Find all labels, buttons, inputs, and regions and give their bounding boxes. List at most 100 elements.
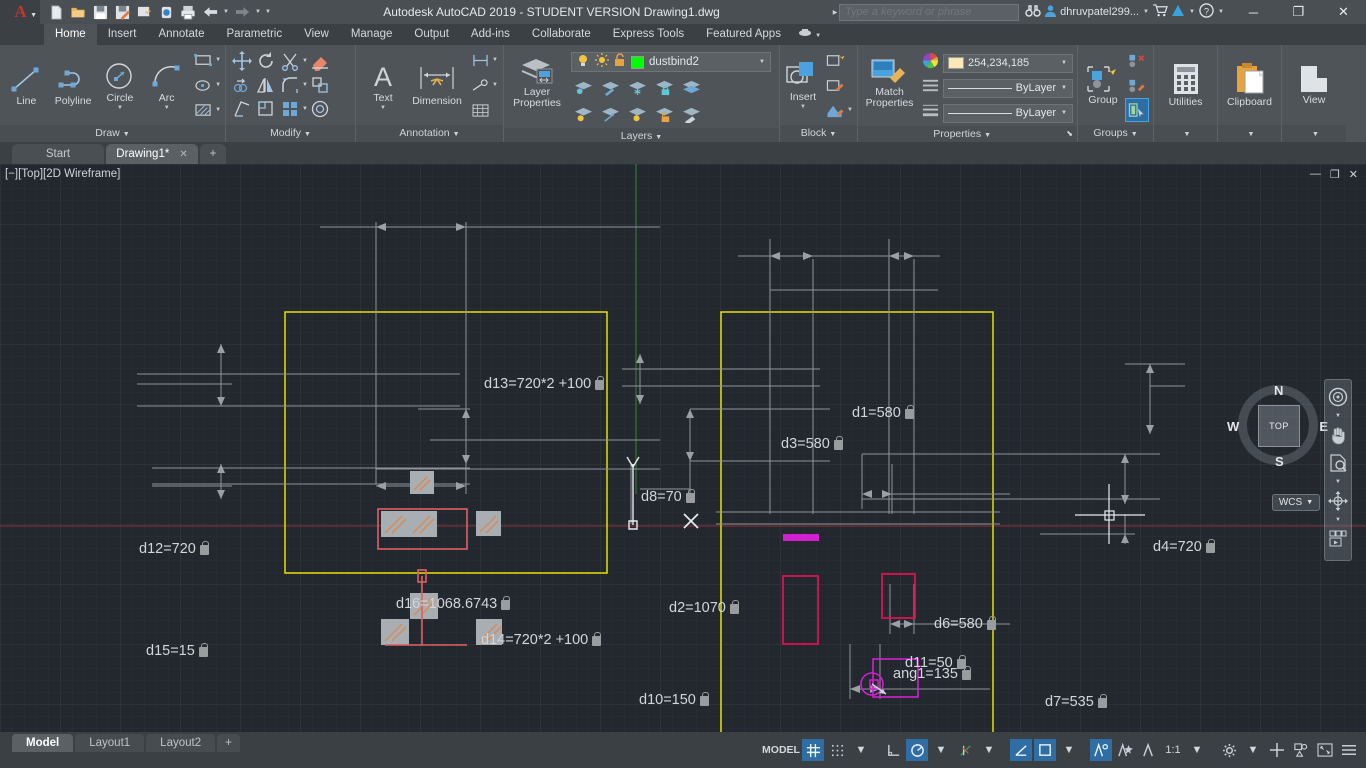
binoculars-icon[interactable] bbox=[1025, 4, 1041, 20]
leader-icon[interactable] bbox=[468, 73, 492, 97]
zoom-extents-icon[interactable] bbox=[1326, 451, 1350, 475]
tab-express-tools[interactable]: Express Tools bbox=[602, 24, 695, 45]
drawing-canvas[interactable]: [−][Top][2D Wireframe] — ❐ ✕ d13=720*2 +… bbox=[0, 164, 1366, 732]
chevron-down-icon[interactable]: ▼ bbox=[1060, 85, 1068, 91]
lineweight-toggle[interactable] bbox=[1034, 739, 1056, 761]
isolate-objects-icon[interactable] bbox=[1290, 739, 1312, 761]
annotation-visibility-toggle[interactable] bbox=[1090, 739, 1112, 761]
dimension-d1[interactable]: d1=580 bbox=[852, 404, 914, 421]
viewport-label[interactable]: [−][Top][2D Wireframe] bbox=[5, 168, 120, 180]
clean-screen-icon[interactable] bbox=[1314, 739, 1336, 761]
dimension-d6[interactable]: d6=580 bbox=[934, 615, 996, 632]
application-menu-button[interactable]: A ▼ bbox=[0, 0, 40, 24]
chevron-down-icon[interactable]: ▼ bbox=[117, 105, 123, 111]
orbit-icon[interactable] bbox=[1326, 489, 1350, 513]
steering-wheel-icon[interactable] bbox=[1326, 385, 1350, 409]
chevron-down-icon[interactable]: ▼ bbox=[380, 105, 386, 111]
chevron-down-icon[interactable]: ▼ bbox=[492, 82, 498, 88]
layer-freeze-icon[interactable] bbox=[625, 75, 649, 99]
layer-lock-icon[interactable] bbox=[652, 75, 676, 99]
ungroup-icon[interactable] bbox=[1125, 48, 1149, 72]
scale-icon[interactable] bbox=[254, 97, 278, 121]
dimension-d2[interactable]: d2=1070 bbox=[669, 599, 739, 616]
snap-mode-toggle[interactable] bbox=[826, 739, 848, 761]
compass-north-label[interactable]: N bbox=[1274, 383, 1283, 398]
dimension-d15[interactable]: d15=15 bbox=[146, 642, 208, 659]
account-dropdown-icon[interactable]: ▼ bbox=[1142, 9, 1150, 15]
dimension-d4[interactable]: d4=720 bbox=[1153, 538, 1215, 555]
redo-arrow-icon[interactable] bbox=[232, 2, 252, 22]
stretch-icon[interactable] bbox=[230, 97, 254, 121]
chevron-down-icon[interactable]: ▼ bbox=[1335, 517, 1341, 523]
chevron-down-icon[interactable]: ▼ bbox=[164, 105, 170, 111]
file-tab-drawing1[interactable]: Drawing1* ✕ bbox=[106, 144, 198, 164]
file-tab-start[interactable]: Start bbox=[12, 144, 104, 164]
tab-parametric[interactable]: Parametric bbox=[216, 24, 294, 45]
panel-title-utilities[interactable]: ▼ bbox=[1154, 125, 1217, 142]
close-button[interactable]: ✕ bbox=[1321, 0, 1366, 24]
move-icon[interactable] bbox=[230, 49, 254, 73]
ellipse-icon[interactable] bbox=[191, 73, 215, 97]
chevron-down-icon[interactable]: ▼ bbox=[215, 82, 221, 88]
dimension-d3[interactable]: d3=580 bbox=[781, 435, 843, 452]
line-tool[interactable]: Line bbox=[4, 63, 49, 107]
tab-manage[interactable]: Manage bbox=[340, 24, 404, 45]
chevron-down-icon[interactable]: ▼ bbox=[215, 107, 221, 113]
annotation-scale-icon[interactable] bbox=[1138, 739, 1160, 761]
polyline-tool[interactable]: Polyline bbox=[51, 63, 96, 107]
erase-icon[interactable] bbox=[308, 49, 332, 73]
tab-insert[interactable]: Insert bbox=[97, 24, 148, 45]
group-button[interactable]: Group bbox=[1082, 64, 1124, 106]
polar-tracking-toggle[interactable] bbox=[906, 739, 928, 761]
match-properties-button[interactable]: Match Properties bbox=[862, 58, 917, 109]
dimension-d16[interactable]: d16=1068.6743 bbox=[396, 595, 511, 612]
layout-tab-model[interactable]: Model bbox=[12, 734, 74, 752]
dimension-d14[interactable]: d14=720*2 +100 bbox=[481, 631, 602, 648]
new-layout-button[interactable]: + bbox=[217, 734, 240, 752]
block-attribute-icon[interactable] bbox=[823, 98, 847, 122]
new-document-icon[interactable] bbox=[46, 2, 66, 22]
create-block-icon[interactable] bbox=[823, 48, 847, 72]
linear-dim-icon[interactable] bbox=[468, 48, 492, 72]
app-dropdown-icon[interactable]: ▼ bbox=[1188, 9, 1196, 15]
layer-merge-icon[interactable] bbox=[679, 75, 703, 99]
clipboard-button[interactable]: Clipboard bbox=[1227, 62, 1273, 108]
qat-customize-icon[interactable]: ▼ bbox=[264, 9, 272, 15]
search-expand-icon[interactable]: ▶ bbox=[831, 9, 839, 16]
plus-cross-icon[interactable] bbox=[1266, 739, 1288, 761]
autoscale-annotation-toggle[interactable] bbox=[1114, 739, 1136, 761]
tab-output[interactable]: Output bbox=[403, 24, 460, 45]
layout-tab-layout1[interactable]: Layout1 bbox=[75, 734, 145, 752]
help-dropdown-icon[interactable]: ▼ bbox=[1217, 9, 1225, 15]
snap-dropdown-icon[interactable]: ▼ bbox=[850, 739, 872, 761]
layer-unisolate-icon[interactable] bbox=[598, 75, 622, 99]
hamburger-icon[interactable] bbox=[1338, 739, 1360, 761]
chevron-down-icon[interactable]: ▼ bbox=[1335, 413, 1341, 419]
rotate-icon[interactable] bbox=[254, 49, 278, 73]
sun-freeze-icon[interactable] bbox=[595, 52, 609, 72]
edit-block-icon[interactable] bbox=[823, 73, 847, 97]
scale-dropdown-icon[interactable]: ▼ bbox=[1186, 739, 1208, 761]
help-icon[interactable]: ? bbox=[1199, 3, 1214, 21]
viewport-minimize-icon[interactable]: — bbox=[1310, 168, 1321, 181]
table-icon[interactable] bbox=[468, 98, 492, 122]
osnap-tracking-toggle[interactable] bbox=[1010, 739, 1032, 761]
chevron-down-icon[interactable]: ▼ bbox=[847, 107, 853, 113]
model-space-toggle[interactable]: MODEL bbox=[762, 739, 800, 761]
compass-west-label[interactable]: W bbox=[1227, 419, 1239, 434]
layer-selector[interactable]: dustbind2 ▼ bbox=[571, 52, 771, 72]
chevron-down-icon[interactable]: ▼ bbox=[800, 104, 806, 110]
dimension-d8[interactable]: d8=70 bbox=[641, 488, 695, 505]
showmotion-icon[interactable] bbox=[1326, 527, 1350, 551]
dimension-ang1[interactable]: ang1=135 bbox=[893, 665, 971, 682]
redo-dropdown-icon[interactable]: ▼ bbox=[254, 9, 262, 15]
chevron-down-icon[interactable]: ▼ bbox=[1335, 479, 1341, 485]
ortho-mode-toggle[interactable] bbox=[882, 739, 904, 761]
annotation-scale-value[interactable]: 1:1 bbox=[1162, 739, 1184, 761]
dimension-d10[interactable]: d10=150 bbox=[639, 691, 709, 708]
pan-hand-icon[interactable] bbox=[1326, 423, 1350, 447]
panel-title-block[interactable]: Block ▼ bbox=[780, 125, 857, 142]
osnap-dropdown-icon[interactable]: ▼ bbox=[978, 739, 1000, 761]
group-edit-icon[interactable] bbox=[1125, 73, 1149, 97]
ucs-selector[interactable]: WCS ▼ bbox=[1272, 494, 1320, 511]
